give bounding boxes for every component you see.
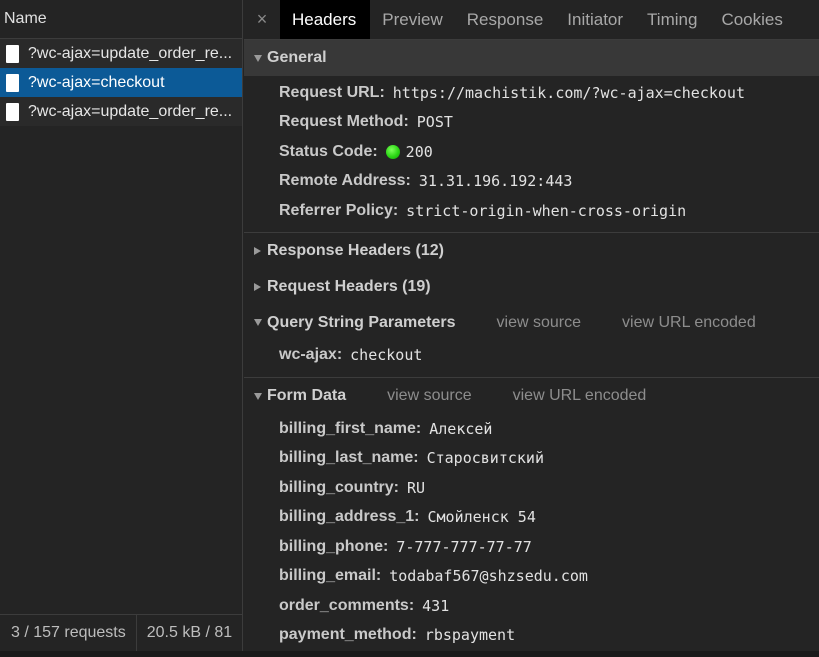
section-title: Query String Parameters (267, 313, 456, 331)
header-value[interactable]: 31.31.196.192:443 (419, 172, 573, 190)
view-url-encoded-link[interactable]: view URL encoded (622, 314, 756, 332)
header-key: Status Code: (279, 142, 378, 160)
tab-response[interactable]: Response (455, 0, 556, 39)
general-row: Referrer Policy: strict-origin-when-cros… (244, 196, 819, 226)
request-name: ?wc-ajax=checkout (28, 73, 165, 91)
details-tab-bar: × Headers Preview Response Initiator Tim… (244, 0, 819, 40)
name-column-label: Name (4, 10, 47, 27)
field-key: billing_country: (279, 478, 399, 496)
section-title: Response Headers (12) (267, 241, 444, 259)
section-title: Form Data (267, 387, 347, 404)
general-row: Remote Address: 31.31.196.192:443 (244, 167, 819, 197)
field-key: payment_method: (279, 626, 417, 644)
status-bar: 3 / 157 requests 20.5 kB / 81 (0, 614, 243, 651)
field-key: billing_phone: (279, 537, 389, 555)
field-value[interactable]: Старосвитский (427, 449, 544, 467)
header-value[interactable]: 200 (406, 143, 433, 161)
header-key: Remote Address: (279, 172, 411, 190)
collapsed-triangle-icon (254, 282, 261, 291)
section-title: Request Headers (19) (267, 277, 431, 295)
bottom-edge (0, 651, 819, 657)
tab-cookies[interactable]: Cookies (709, 0, 794, 39)
header-key: Request URL: (279, 83, 385, 101)
request-row[interactable]: ?wc-ajax=update_order_re... (0, 39, 242, 68)
header-value[interactable]: strict-origin-when-cross-origin (406, 202, 686, 220)
expanded-triangle-icon (254, 54, 262, 62)
request-name: ?wc-ajax=update_order_re... (28, 44, 233, 62)
header-key: Request Method: (279, 113, 409, 131)
form-field-row: payment_method: rbspayment (244, 621, 819, 651)
view-source-link[interactable]: view source (497, 314, 581, 332)
request-headers-section-header[interactable]: Request Headers (19) (244, 269, 819, 305)
document-icon (6, 44, 19, 63)
view-url-encoded-link[interactable]: view URL encoded (513, 387, 647, 405)
field-value[interactable]: 7-777-777-77-77 (396, 538, 531, 556)
tab-headers[interactable]: Headers (280, 0, 371, 39)
general-row: Request URL: https://machistik.com/?wc-a… (244, 78, 819, 108)
status-ok-icon (385, 144, 400, 159)
field-value[interactable]: todabaf567@shzsedu.com (389, 567, 588, 585)
expanded-triangle-icon (254, 392, 262, 400)
general-row: Request Method: POST (244, 108, 819, 138)
name-column-header[interactable]: Name (0, 0, 242, 39)
expanded-triangle-icon (254, 319, 262, 326)
header-value[interactable]: https://machistik.com/?wc-ajax=checkout (393, 84, 745, 102)
general-row: Status Code: 200 (244, 137, 819, 167)
transfer-size: 20.5 kB / 81 (146, 624, 233, 641)
close-icon[interactable]: × (244, 0, 280, 39)
tab-preview[interactable]: Preview (370, 0, 454, 39)
request-details-panel: × Headers Preview Response Initiator Tim… (244, 0, 819, 651)
field-value[interactable]: RU (407, 479, 425, 497)
request-row-selected[interactable]: ?wc-ajax=checkout (0, 68, 242, 97)
field-value[interactable]: Алексей (429, 420, 492, 438)
param-value[interactable]: checkout (350, 346, 422, 364)
field-key: billing_last_name: (279, 449, 419, 467)
general-section-header[interactable]: General (244, 40, 819, 76)
request-name: ?wc-ajax=update_order_re... (28, 102, 233, 120)
header-key: Referrer Policy: (279, 201, 399, 219)
collapsed-triangle-icon (254, 246, 261, 255)
field-value[interactable]: 431 (422, 597, 449, 615)
response-headers-section-header[interactable]: Response Headers (12) (244, 233, 819, 269)
param-key: wc-ajax: (279, 346, 343, 364)
field-value[interactable]: Смойленск 54 (428, 508, 536, 526)
form-field-row: order_comments: 431 (244, 591, 819, 621)
field-key: billing_address_1: (279, 508, 420, 526)
form-data-section-header[interactable]: Form Data view source view URL encoded (244, 378, 819, 414)
query-string-section-header[interactable]: Query String Parameters view source view… (244, 305, 819, 341)
form-field-row: billing_phone: 7-777-777-77-77 (244, 532, 819, 562)
field-key: order_comments: (279, 596, 415, 614)
form-field-row: billing_email: todabaf567@shzsedu.com (244, 562, 819, 592)
section-title: General (267, 49, 327, 66)
document-icon (6, 102, 19, 121)
request-row[interactable]: ?wc-ajax=update_order_re... (0, 97, 242, 126)
form-field-row: billing_last_name: Старосвитский (244, 444, 819, 474)
field-key: billing_first_name: (279, 419, 422, 437)
field-value[interactable]: rbspayment (425, 626, 515, 644)
form-field-row: billing_first_name: Алексей (244, 414, 819, 444)
query-param-row: wc-ajax: checkout (244, 341, 819, 371)
view-source-link[interactable]: view source (387, 387, 471, 405)
form-field-row: billing_address_1: Смойленск 54 (244, 503, 819, 533)
header-value[interactable]: POST (417, 113, 453, 131)
tab-initiator[interactable]: Initiator (555, 0, 635, 39)
document-icon (6, 73, 19, 92)
field-key: billing_email: (279, 567, 382, 585)
request-list-panel: Name ?wc-ajax=update_order_re... ?wc-aja… (0, 0, 243, 651)
request-count: 3 / 157 requests (0, 615, 137, 651)
tab-timing[interactable]: Timing (635, 0, 709, 39)
form-field-row: billing_country: RU (244, 473, 819, 503)
